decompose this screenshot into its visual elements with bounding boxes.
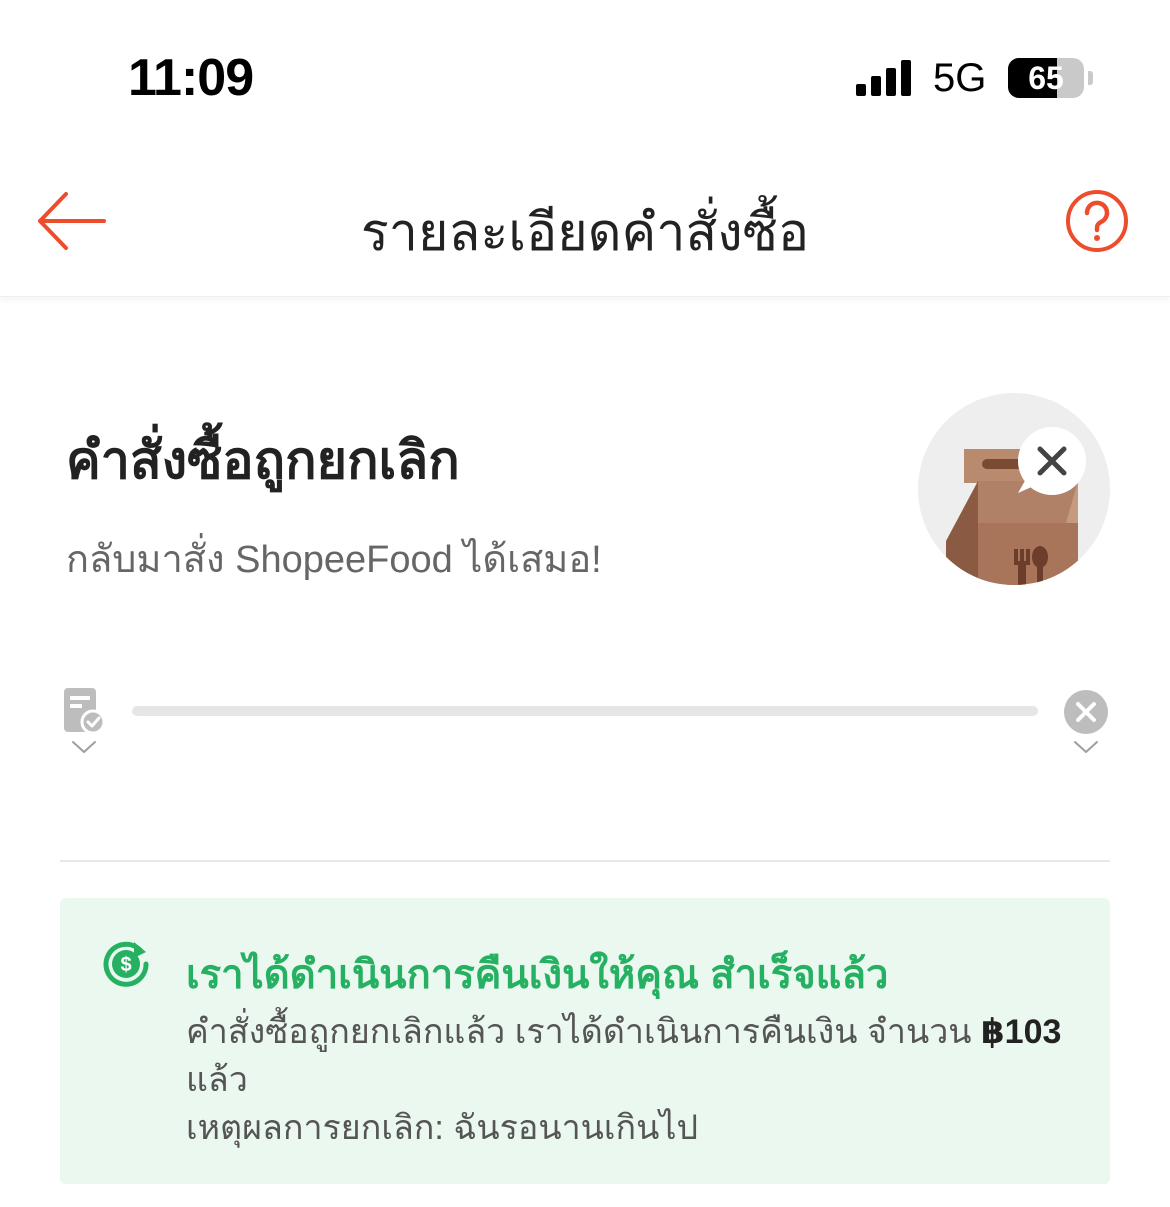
refund-message: คำสั่งซื้อถูกยกเลิกแล้ว เราได้ดำเนินการค…	[186, 1008, 1086, 1104]
progress-track	[132, 706, 1038, 716]
refund-title: เราได้ดำเนินการคืนเงินให้คุณ สำเร็จแล้ว	[186, 953, 889, 997]
signal-icon	[856, 60, 911, 96]
status-time: 11:09	[128, 49, 254, 107]
battery-icon: 65	[1008, 58, 1084, 98]
refund-message-suffix: แล้ว	[186, 1061, 248, 1099]
refund-message-prefix: คำสั่งซื้อถูกยกเลิกแล้ว เราได้ดำเนินการค…	[186, 1013, 981, 1051]
cancelled-food-bag-icon	[918, 393, 1110, 585]
cancelled-x-icon	[1064, 690, 1108, 734]
refund-amount: ฿103	[981, 1013, 1062, 1051]
battery-cap	[1088, 71, 1093, 85]
svg-text:$: $	[120, 954, 131, 976]
question-circle-icon[interactable]	[1064, 188, 1130, 254]
refund-dollar-icon: $	[103, 941, 149, 987]
page-title: รายละเอียดคำสั่งซื้อ	[360, 204, 810, 262]
page-header: รายละเอียดคำสั่งซื้อ	[0, 150, 1170, 297]
chevron-down-icon[interactable]	[1072, 738, 1100, 756]
section-divider	[60, 860, 1110, 862]
order-status-title: คำสั่งซื้อถูกยกเลิก	[66, 432, 460, 490]
status-bar: 11:09 5G 65	[0, 0, 1170, 150]
battery-percent: 65	[1028, 60, 1064, 96]
chevron-down-icon[interactable]	[70, 738, 98, 756]
order-status-subtitle: กลับมาสั่ง ShopeeFood ได้เสมอ!	[66, 539, 602, 581]
refund-panel: $ เราได้ดำเนินการคืนเงินให้คุณ สำเร็จแล้…	[60, 898, 1110, 1184]
order-receipt-icon	[64, 688, 106, 735]
network-type: 5G	[933, 56, 987, 100]
cancel-reason: เหตุผลการยกเลิก: ฉันรอนานเกินไป	[186, 1109, 699, 1147]
battery-indicator: 65	[1008, 58, 1093, 98]
